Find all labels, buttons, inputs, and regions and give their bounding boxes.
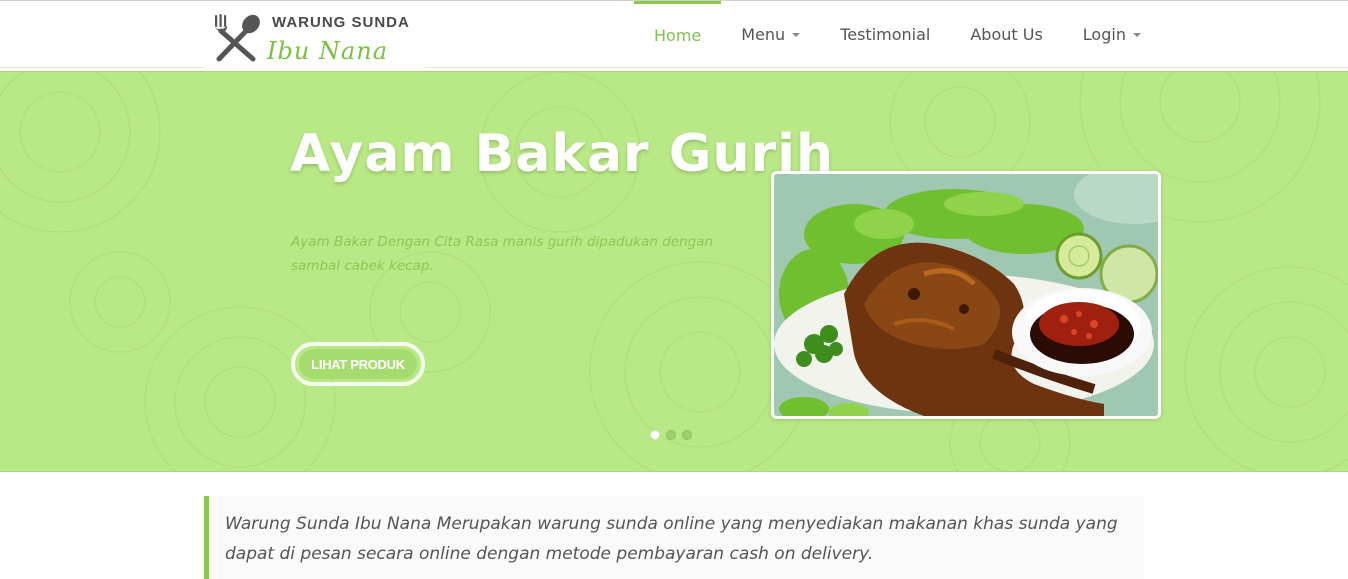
view-product-button[interactable]: LIHAT PRODUK [291,342,425,386]
nav-menu-dropdown[interactable]: Menu [721,1,820,67]
caret-down-icon [1132,33,1141,37]
main-nav: Home Menu Testimonial About Us Login [634,1,1161,67]
hero-food-image [771,171,1161,419]
fork-spoon-icon [211,13,263,67]
slide-indicator-1[interactable] [650,430,660,440]
brand-name: WARUNG SUNDA [272,14,410,31]
nav-testimonial[interactable]: Testimonial [820,1,950,67]
view-product-label: LIHAT PRODUK [299,349,417,379]
brand-logo[interactable]: WARUNG SUNDA Ibu Nana [205,1,425,71]
slider-indicators [650,430,692,440]
brand-script-name: Ibu Nana [267,37,389,65]
hero-title: Ayam Bakar Gurih [290,124,834,184]
hero-slider: Ayam Bakar Gurih Ayam Bakar Dengan Cita … [0,71,1348,472]
nav-login-dropdown[interactable]: Login [1063,1,1161,67]
slide-indicator-3[interactable] [682,430,692,440]
slide-indicator-2[interactable] [666,430,676,440]
intro-blockquote: Warung Sunda Ibu Nana Merupakan warung s… [204,496,1144,579]
nav-login-label: Login [1082,24,1126,44]
nav-about-label: About Us [970,24,1043,44]
nav-testimonial-label: Testimonial [840,24,931,44]
nav-about-us[interactable]: About Us [950,1,1062,67]
caret-down-icon [792,33,801,37]
navbar: WARUNG SUNDA Ibu Nana Home Menu Testimon… [0,1,1348,71]
nav-home-label: Home [654,26,702,45]
nav-menu-label: Menu [741,24,786,44]
nav-home[interactable]: Home [634,1,722,67]
intro-text: Warung Sunda Ibu Nana Merupakan warung s… [225,514,1118,564]
hero-description: Ayam Bakar Dengan Cita Rasa manis gurih … [291,234,714,274]
